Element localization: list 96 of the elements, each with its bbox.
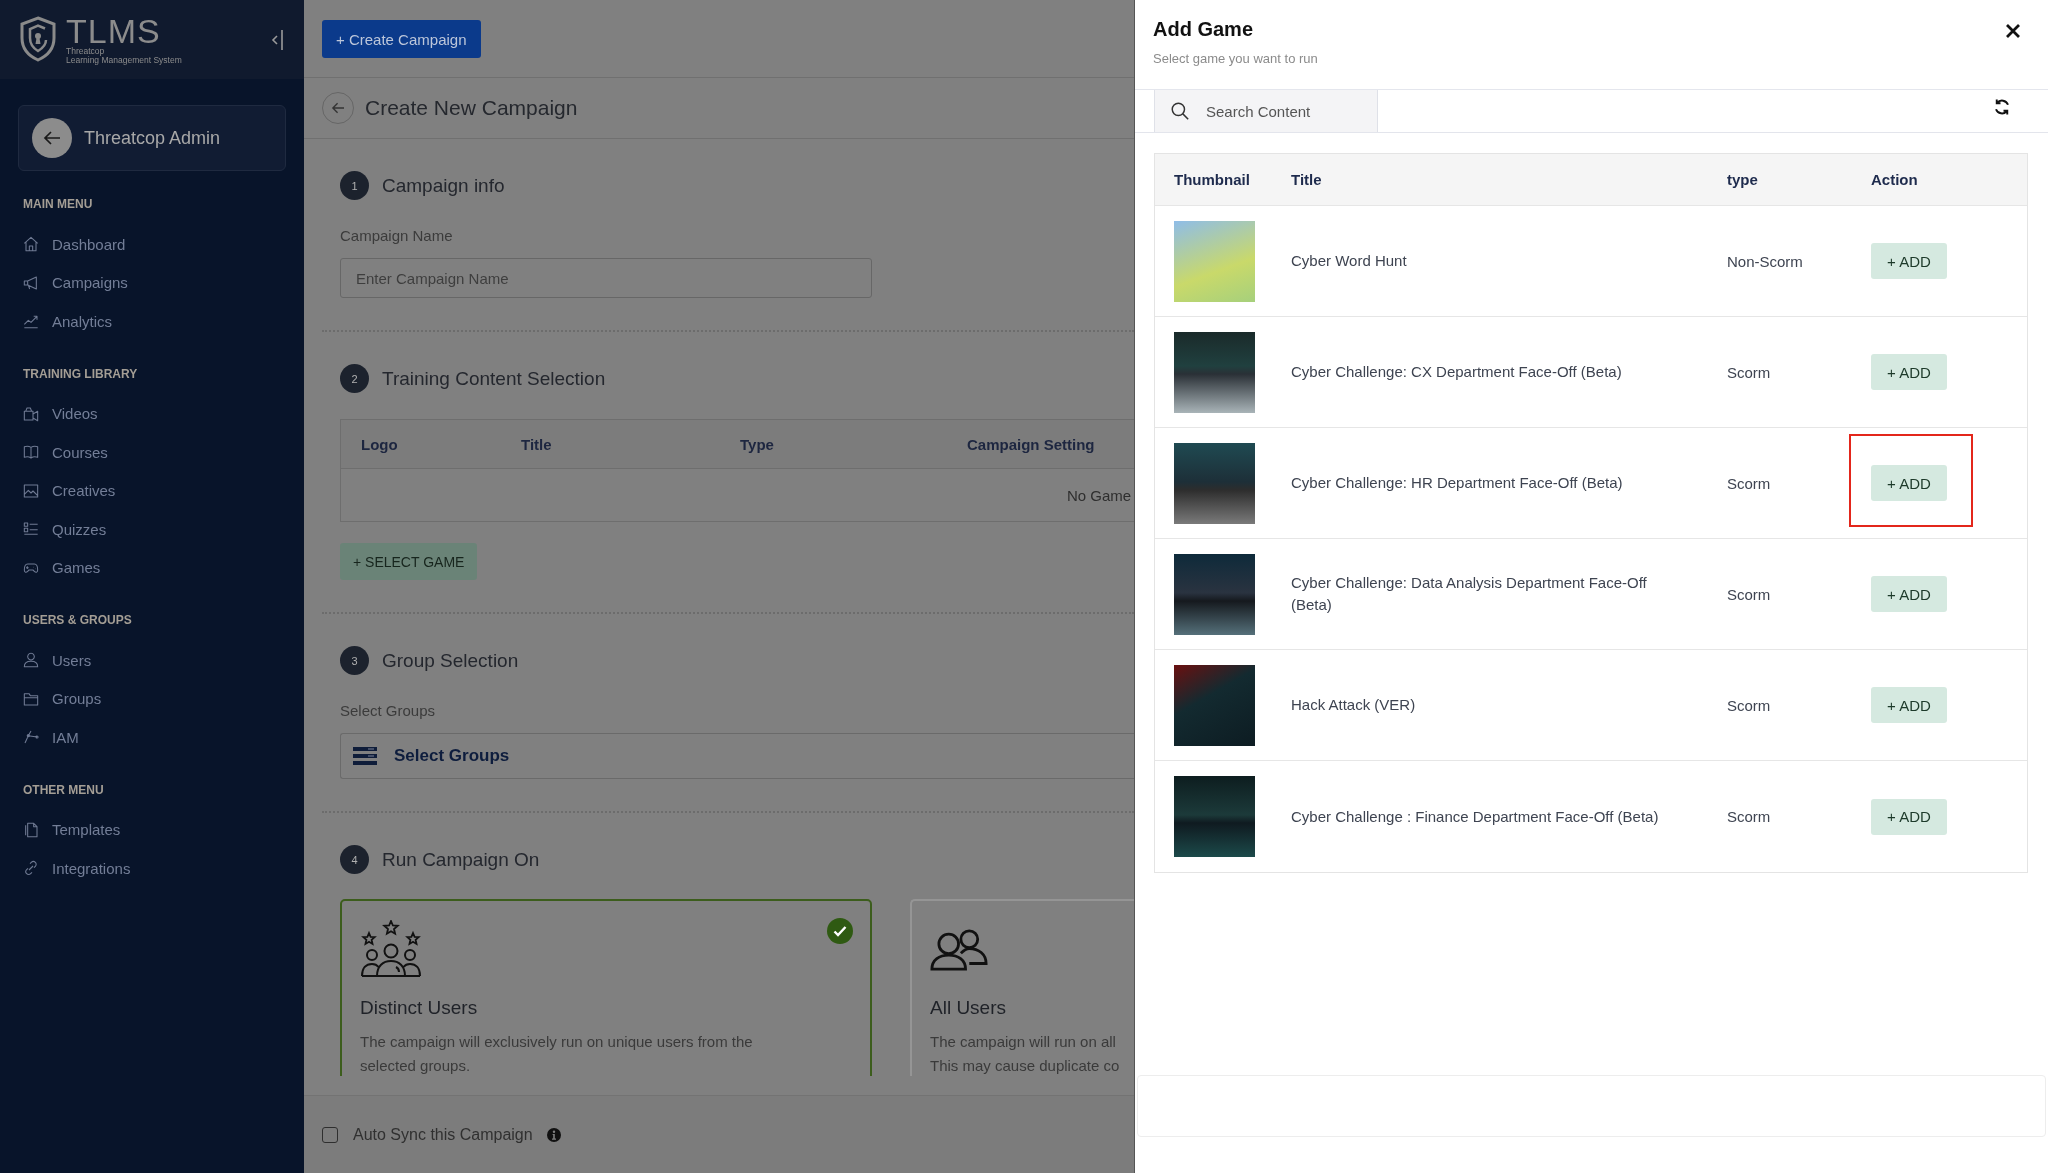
- account-name: Threatcop Admin: [84, 127, 221, 149]
- refresh-icon[interactable]: [1993, 98, 2011, 116]
- step-title: Run Campaign On: [382, 848, 540, 871]
- nav-item[interactable]: Analytics: [23, 302, 113, 341]
- account-card[interactable]: Threatcop Admin: [18, 105, 286, 171]
- nav-item[interactable]: Templates: [23, 810, 121, 849]
- two-users-icon: [930, 927, 988, 971]
- column-header: Logo: [360, 435, 399, 453]
- column-header: type: [1726, 171, 1759, 188]
- empty-message: No Game: [1067, 486, 1132, 504]
- field-label: Campaign Name: [340, 227, 454, 245]
- step-number: 3: [340, 646, 369, 675]
- game-title: Cyber Challenge : Finance Department Face-Off (Beta): [1291, 806, 1659, 827]
- section-heading: TRAINING LIBRARY: [23, 365, 139, 382]
- game-title: Cyber Challenge: Data Analysis Department Face-Off (Beta): [1291, 573, 1648, 615]
- step-number: 4: [340, 845, 369, 874]
- game-title: Cyber Challenge: HR Department Face-Off (Beta): [1291, 473, 1623, 493]
- link-icon: [23, 860, 39, 877]
- column-header: Title: [520, 435, 553, 453]
- check-circle-icon: [827, 918, 853, 944]
- step-title: Group Selection: [382, 649, 519, 672]
- game-type: Non-Scorm: [1727, 252, 1803, 270]
- groups-select[interactable]: Select Groups: [340, 733, 1134, 779]
- add-button[interactable]: + ADD: [1871, 243, 1947, 279]
- auto-sync-checkbox[interactable]: [322, 1126, 338, 1143]
- nav-item[interactable]: Videos: [23, 394, 98, 433]
- game-type: Scorm: [1727, 363, 1771, 381]
- column-header: Campaign Setting: [966, 435, 1096, 453]
- users-with-stars-icon: [360, 920, 422, 978]
- game-type: Scorm: [1727, 585, 1771, 603]
- nav-item[interactable]: Dashboard: [23, 225, 126, 264]
- nav-item[interactable]: Quizzes: [23, 510, 107, 549]
- nav-item[interactable]: IAM: [23, 718, 79, 757]
- game-title: Cyber Word Hunt: [1291, 251, 1407, 271]
- shield-logo-icon: [20, 16, 56, 62]
- page-title: Create New Campaign: [365, 96, 578, 120]
- campaign-name-input[interactable]: Enter Campaign Name: [340, 258, 872, 298]
- option-description: The campaign will exclusively run on unique users from the selected groups.: [360, 1032, 754, 1076]
- step-number: 1: [340, 171, 369, 200]
- image-icon: [23, 482, 39, 499]
- section-heading: USERS & GROUPS: [23, 612, 133, 628]
- game-type: Scorm: [1727, 808, 1771, 825]
- field-label: Select Groups: [340, 702, 437, 720]
- search-icon: [1171, 102, 1189, 120]
- step-title: Campaign info: [382, 174, 505, 197]
- nav-item[interactable]: Creatives: [23, 471, 116, 510]
- info-icon[interactable]: [546, 1127, 561, 1142]
- column-header: Action: [1870, 171, 1919, 188]
- logo-text: TLMS: [66, 15, 162, 47]
- network-icon: [23, 729, 39, 746]
- list-icon: [23, 521, 39, 538]
- add-button[interactable]: + ADD: [1871, 354, 1947, 390]
- option-title: Distinct Users: [360, 996, 479, 1020]
- folder-icon: [23, 690, 39, 707]
- game-type: Scorm: [1727, 474, 1771, 492]
- column-header: Type: [739, 435, 775, 453]
- select-game-button[interactable]: + SELECT GAME: [340, 543, 478, 580]
- nav-item[interactable]: Courses: [23, 433, 108, 472]
- arrow-left-icon: [331, 102, 345, 114]
- logo-tagline: Learning Management System: [66, 56, 182, 65]
- column-header: Title: [1290, 171, 1323, 188]
- option-description: The campaign will run on all This may cause duplicate co: [930, 1032, 1121, 1076]
- nav-item[interactable]: Users: [23, 641, 92, 680]
- drawer-subtitle: Select game you want to run: [1153, 51, 1318, 67]
- column-header: Thumbnail: [1173, 171, 1251, 188]
- section-heading: OTHER MENU: [23, 781, 105, 798]
- checkbox-label: Auto Sync this Campaign: [353, 1125, 533, 1144]
- megaphone-icon: [23, 274, 39, 291]
- game-type: Scorm: [1727, 696, 1771, 714]
- line-chart-icon: [23, 313, 39, 330]
- collapse-sidebar-icon[interactable]: [270, 28, 284, 52]
- create-campaign-button[interactable]: + Create Campaign: [322, 20, 481, 58]
- document-icon: [23, 821, 39, 838]
- home-icon: [23, 236, 39, 253]
- video-camera-icon: [23, 405, 39, 422]
- step-number: 2: [340, 364, 369, 393]
- option-title: All Users: [930, 996, 1007, 1020]
- logo-tagline: Threatcop: [66, 47, 106, 56]
- nav-item[interactable]: Games: [23, 548, 101, 587]
- search-field[interactable]: Search Content: [1154, 90, 1378, 132]
- game-title: Cyber Challenge: CX Department Face-Off (Beta): [1291, 362, 1622, 382]
- nav-item[interactable]: Campaigns: [23, 263, 128, 302]
- step-title: Training Content Selection: [382, 367, 606, 390]
- book-icon: [23, 444, 39, 461]
- close-icon[interactable]: [2005, 23, 2021, 39]
- add-button[interactable]: + ADD: [1871, 798, 1947, 835]
- nav-item[interactable]: Integrations: [23, 849, 131, 888]
- drawer-title: Add Game: [1153, 17, 1255, 41]
- add-button[interactable]: + ADD: [1871, 576, 1947, 612]
- add-button[interactable]: + ADD: [1871, 687, 1947, 723]
- add-button[interactable]: + ADD: [1871, 465, 1947, 501]
- nav-item[interactable]: Groups: [23, 679, 102, 718]
- section-heading: MAIN MENU: [23, 196, 94, 212]
- game-title: Hack Attack (VER): [1291, 695, 1416, 715]
- user-icon: [23, 652, 39, 669]
- stacked-bars-icon: [353, 747, 377, 765]
